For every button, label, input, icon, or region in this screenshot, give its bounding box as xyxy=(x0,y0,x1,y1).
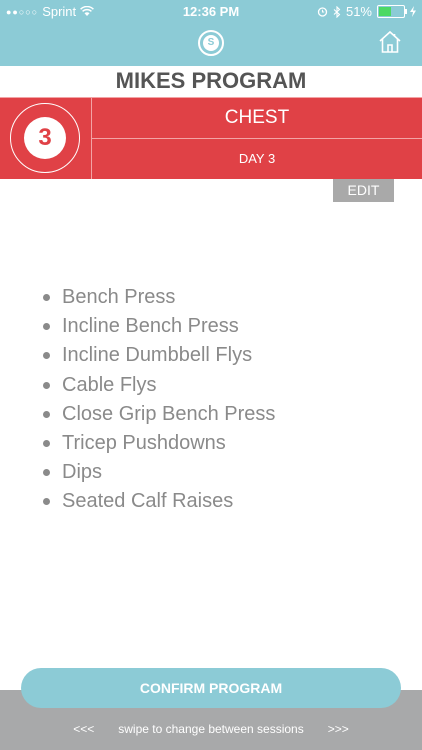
exercise-label: Seated Calf Raises xyxy=(62,490,234,513)
charging-icon xyxy=(410,6,416,17)
program-title: MIKES PROGRAM xyxy=(115,68,307,93)
home-icon[interactable] xyxy=(378,30,402,54)
battery-icon xyxy=(377,5,407,18)
exercise-list: Bench Press Incline Bench Press Incline … xyxy=(40,283,275,517)
bullet-icon xyxy=(43,439,50,447)
day-number: 3 xyxy=(24,117,66,159)
app-logo-letter: S xyxy=(203,35,219,51)
day-number-ring: 3 xyxy=(10,103,80,173)
exercise-label: Bench Press xyxy=(62,286,176,308)
session-header: 3 CHEST DAY 3 xyxy=(0,97,422,179)
bullet-icon xyxy=(43,323,50,331)
alarm-icon xyxy=(317,7,328,17)
bullet-icon xyxy=(43,410,50,418)
swipe-hint[interactable]: <<< swipe to change between sessions >>> xyxy=(0,720,422,738)
exercise-item: Dips xyxy=(40,458,275,487)
swipe-right-arrows: >>> xyxy=(327,722,349,736)
status-bar: ●●○○○ Sprint 12:36 PM 51% xyxy=(0,0,422,22)
workout-title: CHEST xyxy=(92,98,422,139)
app-logo-icon: S xyxy=(198,30,224,56)
bluetooth-icon xyxy=(333,5,341,18)
bullet-icon xyxy=(43,352,50,360)
bullet-icon xyxy=(43,381,50,389)
exercise-item: Seated Calf Raises xyxy=(40,487,275,516)
exercise-label: Cable Flys xyxy=(62,373,157,396)
exercise-item: Bench Press xyxy=(40,283,275,312)
swipe-hint-text: swipe to change between sessions xyxy=(118,722,304,736)
exercise-label: Incline Dumbbell Flys xyxy=(62,344,253,367)
exercise-item: Cable Flys xyxy=(40,371,275,400)
exercise-label: Dips xyxy=(62,461,103,484)
confirm-program-button[interactable]: CONFIRM PROGRAM xyxy=(21,668,401,708)
bullet-icon xyxy=(43,294,50,301)
exercise-label: Close Grip Bench Press xyxy=(62,402,276,425)
bullet-icon xyxy=(43,469,50,477)
exercise-item: Close Grip Bench Press xyxy=(40,400,275,429)
exercise-item: Tricep Pushdowns xyxy=(40,429,275,458)
exercise-label: Tricep Pushdowns xyxy=(62,431,226,454)
exercise-item: Incline Dumbbell Flys xyxy=(40,341,275,370)
edit-button[interactable]: EDIT xyxy=(333,179,394,202)
top-bar: ●●○○○ Sprint 12:36 PM 51% S xyxy=(0,0,422,66)
battery-percent: 51% xyxy=(345,4,372,19)
day-number-badge: 3 xyxy=(0,98,92,179)
exercise-label: Incline Bench Press xyxy=(62,315,239,338)
day-label: DAY 3 xyxy=(238,151,276,166)
swipe-left-arrows: <<< xyxy=(73,722,95,736)
status-right: 51% xyxy=(317,4,416,19)
exercise-item: Incline Bench Press xyxy=(40,312,275,341)
bullet-icon xyxy=(43,498,50,506)
